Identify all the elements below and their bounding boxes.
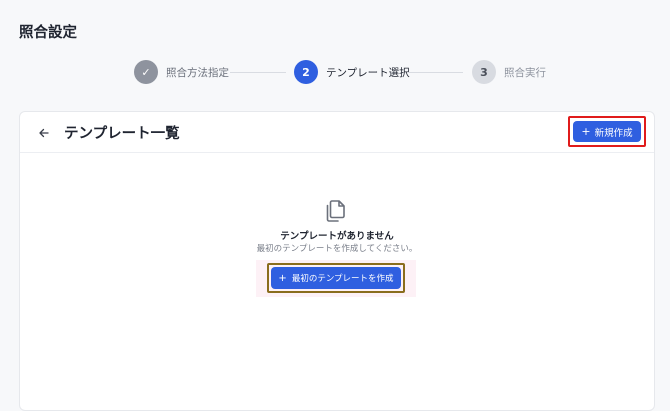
card-header: テンプレート一覧 + 新規作成 (20, 112, 654, 153)
step-label: テンプレート選択 (326, 66, 410, 79)
step-number: 2 (294, 60, 318, 84)
step-connector (407, 72, 463, 73)
page-title: 照合設定 (19, 25, 77, 41)
empty-state-title: テンプレートがありません (280, 231, 394, 242)
new-button-label: 新規作成 (594, 127, 633, 139)
create-button-highlight: + 最初のテンプレートを作成 (267, 263, 405, 293)
step-number: 3 (472, 60, 496, 84)
step-execute: 3 照合実行 (472, 60, 546, 84)
arrow-left-icon[interactable] (36, 125, 52, 141)
step-template: 2 テンプレート選択 (294, 60, 410, 84)
template-list-card: テンプレート一覧 + 新規作成 テンプレートがありません 最初のテンプレートを作… (19, 111, 655, 411)
step-label: 照合方法指定 (166, 66, 229, 79)
step-method: ✓ 照合方法指定 (134, 60, 229, 84)
plus-icon: + (278, 272, 287, 284)
documents-icon (323, 197, 347, 223)
stepper: ✓ 照合方法指定 2 テンプレート選択 3 照合実行 (0, 60, 670, 84)
empty-state-description: 最初のテンプレートを作成してください。 (256, 244, 418, 254)
new-template-button[interactable]: + 新規作成 (573, 121, 641, 142)
step-check-icon: ✓ (134, 60, 158, 84)
create-first-template-button[interactable]: + 最初のテンプレートを作成 (271, 267, 401, 289)
new-button-highlight: + 新規作成 (568, 116, 646, 147)
step-label: 照合実行 (504, 66, 546, 79)
step-connector (230, 72, 286, 73)
plus-icon: + (581, 125, 591, 138)
card-title: テンプレート一覧 (64, 126, 180, 142)
create-button-label: 最初のテンプレートを作成 (291, 274, 394, 284)
